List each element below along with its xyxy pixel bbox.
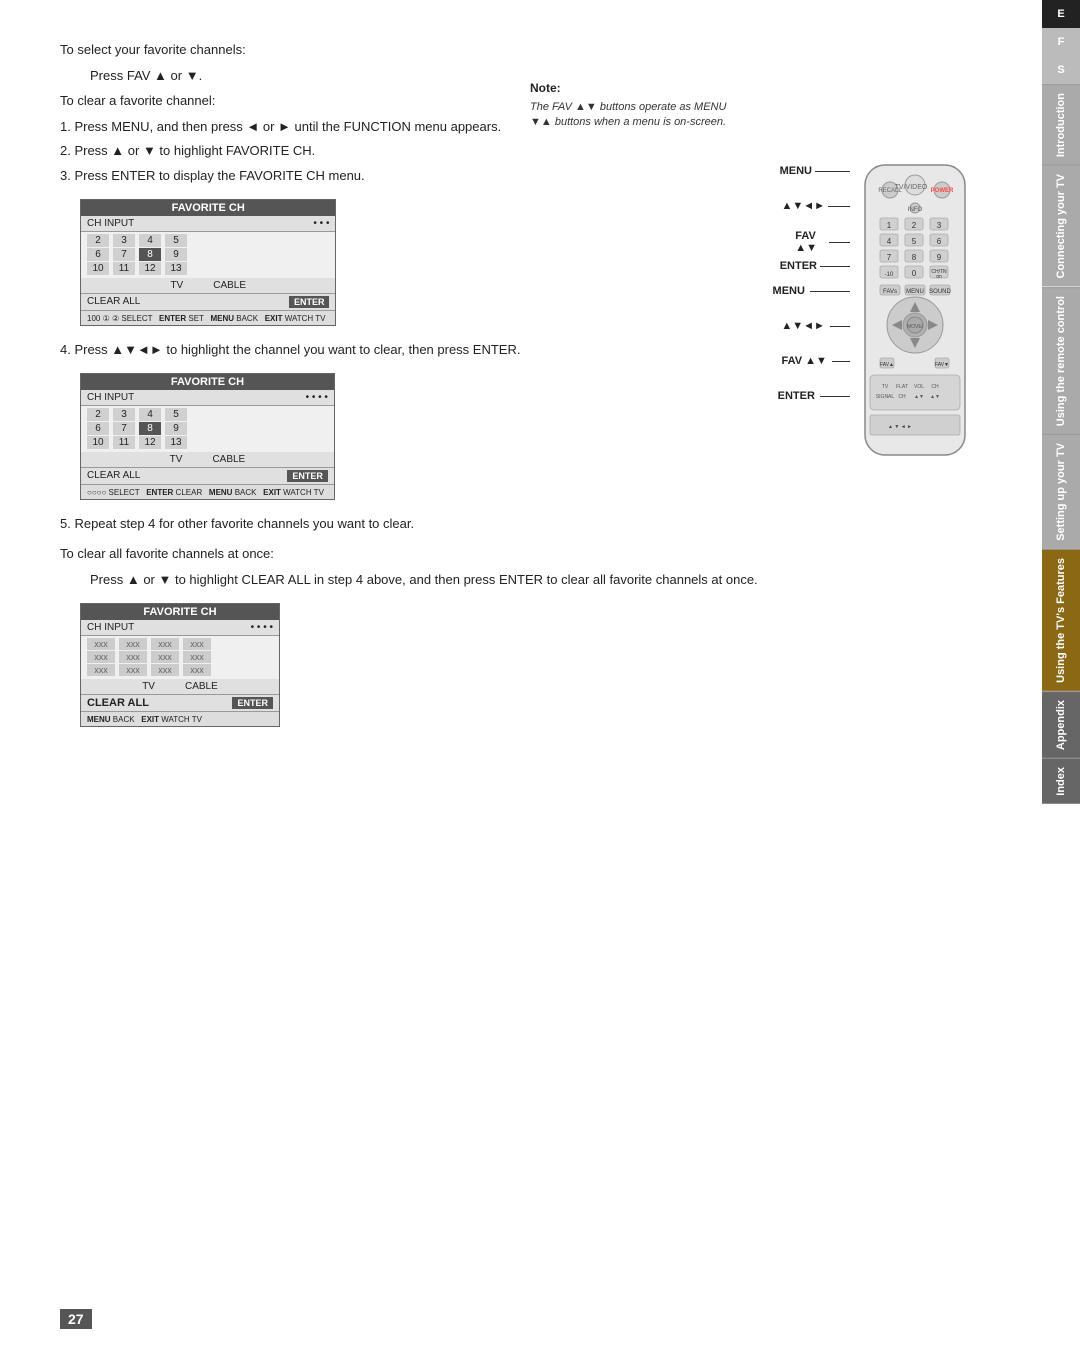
sidebar-letter-e: E — [1042, 0, 1080, 28]
fav-table-3-bottom: MENU BACK EXIT WATCH TV — [81, 711, 279, 726]
cell-r1c1: 2 — [87, 234, 109, 247]
t3-cell-r1c2: xxx — [119, 638, 147, 650]
fav-table-2-title: FAVORITE CH — [81, 374, 334, 390]
t2-cell-r2c1: 6 — [87, 422, 109, 435]
sidebar-letter-s: S — [1042, 56, 1080, 84]
t2-cell-r2c3: 8 — [139, 422, 161, 435]
intro-clear: To clear a favorite channel: — [60, 91, 1012, 111]
step4: 4. Press ▲▼◄► to highlight the channel y… — [60, 340, 1012, 361]
fav-table-3-header: CH INPUT • • • • — [81, 620, 279, 636]
tab-features[interactable]: Using the TV's Features — [1042, 549, 1080, 691]
t2-cell-r1c4: 5 — [165, 408, 187, 421]
cell-r3c3: 12 — [139, 262, 161, 275]
fav-arrow-label: FAV ▲▼ — [782, 355, 850, 367]
cell-r2c4: 9 — [165, 248, 187, 261]
t2-cell-r1c1: 2 — [87, 408, 109, 421]
fav-table-3-footer: CLEAR ALL ENTER — [81, 694, 279, 711]
fav-table-3-tv-cable: TVCABLE — [81, 679, 279, 694]
t2-cell-r3c2: 11 — [113, 436, 135, 449]
t2-cell-r3c3: 12 — [139, 436, 161, 449]
t3-cell-r2c2: xxx — [119, 651, 147, 663]
fav-table-1-title: FAVORITE CH — [81, 200, 335, 216]
cell-r2c3: 8 — [139, 248, 161, 261]
t3-cell-r2c3: xxx — [151, 651, 179, 663]
t3-cell-r3c4: xxx — [183, 664, 211, 676]
step1: 1. Press MENU, and then press ◄ or ► unt… — [60, 117, 1012, 138]
main-content: To select your favorite channels: Press … — [0, 0, 1042, 765]
fav-table-1: FAVORITE CH CH INPUT • • • 2 3 4 5 6 7 8… — [80, 199, 336, 326]
nav-arrow-label: ▲▼◄► — [781, 320, 850, 332]
intro-clear-all: To clear all favorite channels at once: — [60, 544, 1012, 564]
menu-arrow-label: MENU — [773, 285, 850, 297]
tab-setting-up[interactable]: Setting up your TV — [1042, 434, 1080, 549]
t2-cell-r3c1: 10 — [87, 436, 109, 449]
fav-table-1-bottom: 100 ① ② SELECT ENTER SET MENU BACK EXIT … — [81, 310, 335, 325]
t3-cell-r2c1: xxx — [87, 651, 115, 663]
t2-cell-r2c4: 9 — [165, 422, 187, 435]
cell-r3c2: 11 — [113, 262, 135, 275]
t2-cell-r1c3: 4 — [139, 408, 161, 421]
t2-cell-r2c2: 7 — [113, 422, 135, 435]
step3: 3. Press ENTER to display the FAVORITE C… — [60, 166, 1012, 187]
t3-cell-r3c3: xxx — [151, 664, 179, 676]
sidebar-letter-f: F — [1042, 28, 1080, 56]
t3-cell-r3c1: xxx — [87, 664, 115, 676]
press-fav: Press FAV ▲ or ▼. — [90, 66, 1012, 86]
tab-connecting[interactable]: Connecting your TV — [1042, 165, 1080, 287]
cell-r2c2: 7 — [113, 248, 135, 261]
t3-cell-r2c4: xxx — [183, 651, 211, 663]
t3-cell-r1c4: xxx — [183, 638, 211, 650]
fav-table-3-title: FAVORITE CH — [81, 604, 279, 620]
fav-table-1-footer: CLEAR ALL ENTER — [81, 293, 335, 310]
fav-table-1-body: 2 3 4 5 6 7 8 9 10 11 12 13 — [81, 232, 335, 278]
fav-table-3-body: xxx xxx xxx xxx xxx xxx xxx xxx xxx xxx … — [81, 636, 279, 679]
step2: 2. Press ▲ or ▼ to highlight FAVORITE CH… — [60, 141, 1012, 162]
cell-r2c1: 6 — [87, 248, 109, 261]
step5: 5. Repeat step 4 for other favorite chan… — [60, 514, 1012, 535]
intro-select: To select your favorite channels: — [60, 40, 1012, 60]
sidebar: E F S Introduction Connecting your TV Us… — [1042, 0, 1080, 1349]
t3-cell-r1c1: xxx — [87, 638, 115, 650]
t3-cell-r1c3: xxx — [151, 638, 179, 650]
cell-r1c4: 5 — [165, 234, 187, 247]
t3-cell-r3c2: xxx — [119, 664, 147, 676]
tab-introduction[interactable]: Introduction — [1042, 84, 1080, 165]
cell-r1c2: 3 — [113, 234, 135, 247]
cell-r3c1: 10 — [87, 262, 109, 275]
fav-table-1-header: CH INPUT • • • — [81, 216, 335, 232]
cell-r3c4: 13 — [165, 262, 187, 275]
fav-table-2: FAVORITE CH CH INPUT • • • • 2 3 4 5 6 7… — [80, 373, 335, 500]
enter-arrow-label: ENTER — [778, 390, 850, 402]
tab-appendix[interactable]: Appendix — [1042, 691, 1080, 758]
tab-index[interactable]: Index — [1042, 758, 1080, 804]
t2-cell-r1c2: 3 — [113, 408, 135, 421]
tab-remote[interactable]: Using the remote control — [1042, 287, 1080, 434]
fav-table-2-header: CH INPUT • • • • — [81, 390, 334, 406]
t2-cell-r3c4: 13 — [165, 436, 187, 449]
fav-table-3: FAVORITE CH CH INPUT • • • • xxx xxx xxx… — [80, 603, 280, 727]
clear-all-text: Press ▲ or ▼ to highlight CLEAR ALL in s… — [90, 570, 1012, 590]
fav-table-1-tv-cable: TVCABLE — [81, 278, 335, 293]
fav-table-2-bottom: ○○○○ SELECT ENTER CLEAR MENU BACK EXIT W… — [81, 484, 334, 499]
cell-r1c3: 4 — [139, 234, 161, 247]
fav-table-2-footer: CLEAR ALL ENTER — [81, 467, 334, 484]
fav-table-2-body: 2 3 4 5 6 7 8 9 10 11 12 13 — [81, 406, 334, 452]
page-number: 27 — [60, 1309, 92, 1329]
fav-table-2-tv-cable: TVCABLE — [81, 452, 334, 467]
